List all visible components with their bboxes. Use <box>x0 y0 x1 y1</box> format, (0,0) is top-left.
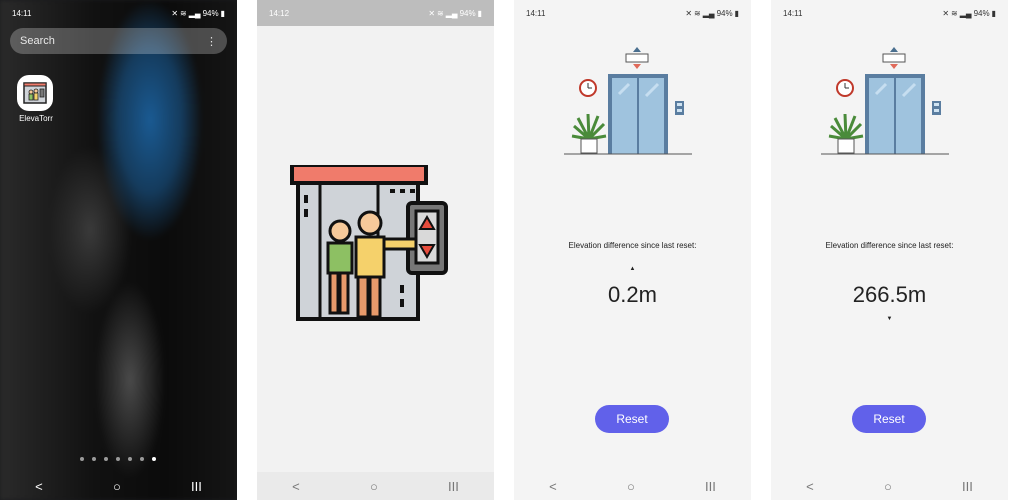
elevation-screen: 14:11 ✕ ≋ ▂▄ 94% ▮ Elevation difference … <box>514 0 751 500</box>
page-dot[interactable] <box>80 457 84 461</box>
mute-icon: ✕ <box>171 8 179 18</box>
recents-button[interactable]: III <box>705 479 716 494</box>
page-dot-active[interactable] <box>152 457 156 461</box>
search-bar[interactable]: Search ⋮ <box>10 28 227 54</box>
nav-bar: < ○ III <box>771 472 1008 500</box>
status-bar: 14:11 ✕ ≋ ▂▄ 94% ▮ <box>514 0 751 26</box>
nav-bar: < ○ III <box>514 472 751 500</box>
home-button[interactable]: ○ <box>627 479 635 494</box>
signal-icon: ▂▄ <box>702 8 715 18</box>
signal-icon: ▂▄ <box>445 8 458 18</box>
app-label: ElevaTorr <box>19 114 53 123</box>
search-placeholder: Search <box>20 35 55 47</box>
battery-level: 94% <box>973 8 990 18</box>
battery-icon: ▮ <box>734 8 739 18</box>
nav-bar: < ○ III <box>257 472 494 500</box>
reset-button[interactable]: Reset <box>595 405 669 433</box>
nav-bar: < ○ III <box>0 472 237 500</box>
recents-button[interactable]: III <box>191 479 202 494</box>
page-indicator <box>80 457 156 461</box>
back-button[interactable]: < <box>806 479 814 494</box>
status-bar: 14:11 ✕ ≋ ▂▄ 94% ▮ <box>771 0 1008 26</box>
battery-level: 94% <box>459 8 476 18</box>
page-dot[interactable] <box>104 457 108 461</box>
back-button[interactable]: < <box>292 479 300 494</box>
signal-icon: ▂▄ <box>959 8 972 18</box>
battery-icon: ▮ <box>991 8 996 18</box>
home-screen: 14:11 ✕ ≋ ▂▄ 94% ▮ Search ⋮ ElevaTorr < … <box>0 0 237 500</box>
recents-button[interactable]: III <box>962 479 973 494</box>
home-button[interactable]: ○ <box>370 479 378 494</box>
recents-button[interactable]: III <box>448 479 459 494</box>
page-dot[interactable] <box>140 457 144 461</box>
battery-icon: ▮ <box>220 8 225 18</box>
splash-screen: 14:12 ✕ ≋ ▂▄ 94% ▮ < ○ III <box>257 0 494 500</box>
page-dot[interactable] <box>128 457 132 461</box>
elevation-value: 266.5m <box>852 282 927 307</box>
down-arrow-icon: ▼ <box>886 316 893 322</box>
mute-icon: ✕ <box>685 8 693 18</box>
home-button[interactable]: ○ <box>884 479 892 494</box>
elevation-label: Elevation difference since last reset: <box>568 241 697 250</box>
battery-level: 94% <box>716 8 733 18</box>
status-time: 14:11 <box>526 8 546 18</box>
status-time: 14:11 <box>783 8 803 18</box>
battery-level: 94% <box>202 8 219 18</box>
elevator-illustration <box>821 47 949 155</box>
mute-icon: ✕ <box>942 8 950 18</box>
elevation-value: 0.2m <box>608 282 657 307</box>
elevator-illustration <box>564 47 692 155</box>
status-bar: 14:12 ✕ ≋ ▂▄ 94% ▮ <box>257 0 494 26</box>
wifi-icon: ≋ <box>437 8 444 18</box>
status-time: 14:11 <box>12 8 32 18</box>
elevator-people-illustration <box>290 165 448 321</box>
elevation-label: Elevation difference since last reset: <box>825 241 954 250</box>
page-dot[interactable] <box>92 457 96 461</box>
back-button[interactable]: < <box>35 479 43 494</box>
mute-icon: ✕ <box>428 8 436 18</box>
wifi-icon: ≋ <box>180 8 187 18</box>
reset-button[interactable]: Reset <box>852 405 926 433</box>
wifi-icon: ≋ <box>951 8 958 18</box>
more-options-icon[interactable]: ⋮ <box>206 35 217 48</box>
elevation-screen: 14:11 ✕ ≋ ▂▄ 94% ▮ Elevation difference … <box>771 0 1008 500</box>
battery-icon: ▮ <box>477 8 482 18</box>
elevatorr-app-icon[interactable] <box>17 75 53 111</box>
back-button[interactable]: < <box>549 479 557 494</box>
signal-icon: ▂▄ <box>188 8 201 18</box>
home-button[interactable]: ○ <box>113 479 121 494</box>
elevator-icon <box>23 82 47 104</box>
status-time: 14:12 <box>269 8 290 18</box>
up-arrow-icon: ▲ <box>629 266 636 272</box>
wifi-icon: ≋ <box>694 8 701 18</box>
status-bar: 14:11 ✕ ≋ ▂▄ 94% ▮ <box>0 0 237 26</box>
page-dot[interactable] <box>116 457 120 461</box>
